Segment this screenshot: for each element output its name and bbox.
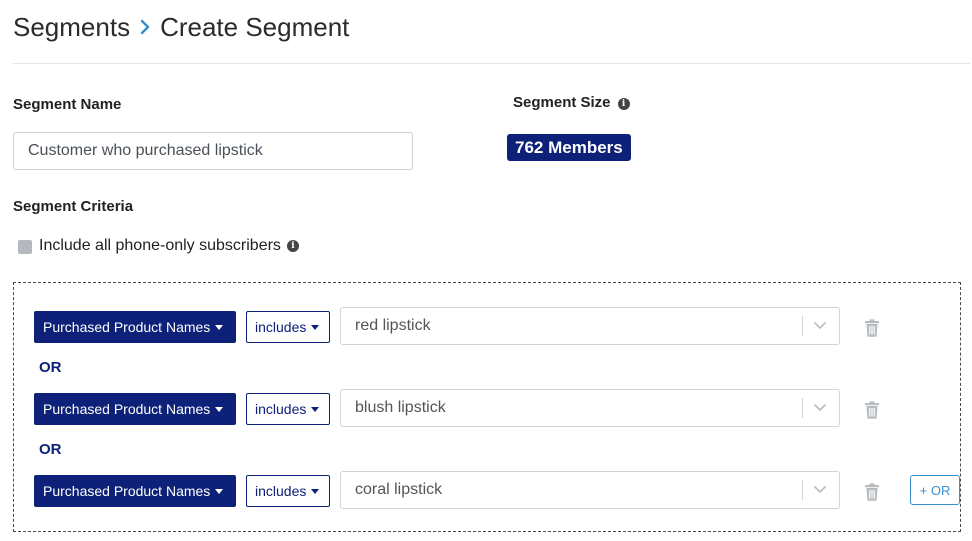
operator-dropdown-button[interactable]: includes [246, 311, 330, 343]
add-or-button[interactable]: + OR [910, 475, 960, 505]
phone-only-label: Include all phone-only subscribers [39, 237, 281, 254]
operator-label: includes [255, 483, 307, 499]
caret-down-icon [311, 488, 320, 494]
segment-size-badge: 762 Members [507, 134, 631, 161]
caret-down-icon [215, 406, 224, 412]
operator-label: includes [255, 401, 307, 417]
field-label: Purchased Product Names [43, 401, 211, 417]
segment-size-heading: Segment Size i [513, 94, 630, 111]
field-dropdown-button[interactable]: Purchased Product Names [34, 393, 236, 425]
value-select[interactable]: blush lipstick [340, 389, 840, 427]
value-text: coral lipstick [355, 481, 443, 498]
criteria-group: Purchased Product Names includes red lip… [13, 282, 961, 532]
chevron-down-icon[interactable] [813, 318, 827, 332]
header-divider [13, 63, 970, 64]
value-text: blush lipstick [355, 399, 446, 416]
criteria-row: Purchased Product Names includes blush l… [34, 389, 944, 427]
breadcrumb-current: Create Segment [160, 11, 350, 42]
select-separator [802, 316, 803, 336]
segment-size-label: Segment Size [513, 94, 611, 111]
chevron-right-icon [140, 19, 150, 35]
value-select[interactable]: red lipstick [340, 307, 840, 345]
or-joiner: OR [39, 359, 62, 376]
criteria-row: Purchased Product Names includes coral l… [34, 471, 960, 509]
breadcrumb-parent[interactable]: Segments [13, 12, 130, 43]
operator-dropdown-button[interactable]: includes [246, 475, 330, 507]
segment-name-label: Segment Name [13, 96, 122, 113]
or-joiner: OR [39, 441, 62, 458]
trash-icon[interactable] [864, 483, 880, 501]
caret-down-icon [215, 324, 224, 330]
segment-criteria-label: Segment Criteria [13, 198, 134, 215]
breadcrumb: Segments Create Segment [13, 10, 349, 44]
criteria-row: Purchased Product Names includes red lip… [34, 307, 944, 345]
field-dropdown-button[interactable]: Purchased Product Names [34, 311, 236, 343]
trash-icon[interactable] [864, 319, 880, 337]
field-label: Purchased Product Names [43, 483, 211, 499]
select-separator [802, 480, 803, 500]
trash-icon[interactable] [864, 401, 880, 419]
field-dropdown-button[interactable]: Purchased Product Names [34, 475, 236, 507]
field-label: Purchased Product Names [43, 319, 211, 335]
operator-label: includes [255, 319, 307, 335]
caret-down-icon [311, 406, 320, 412]
operator-dropdown-button[interactable]: includes [246, 393, 330, 425]
chevron-down-icon[interactable] [813, 482, 827, 496]
value-select[interactable]: coral lipstick [340, 471, 840, 509]
value-text: red lipstick [355, 317, 431, 334]
info-icon[interactable]: i [617, 98, 630, 110]
phone-only-option: Include all phone-only subscribers i [18, 237, 299, 255]
caret-down-icon [215, 488, 224, 494]
info-icon[interactable]: i [286, 240, 299, 252]
chevron-down-icon[interactable] [813, 400, 827, 414]
select-separator [802, 398, 803, 418]
caret-down-icon [311, 324, 320, 330]
phone-only-checkbox[interactable] [18, 240, 32, 254]
segment-name-input[interactable] [13, 132, 413, 170]
